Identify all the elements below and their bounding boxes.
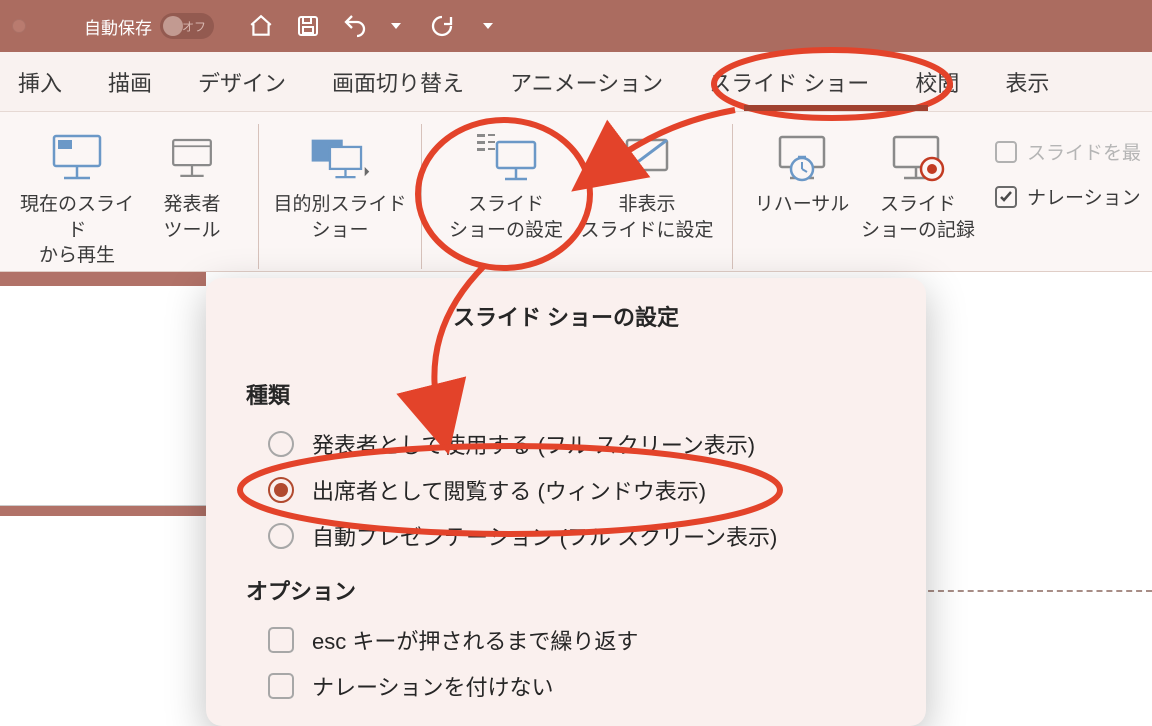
custom-slideshow-button[interactable]: 目的別スライドショー <box>273 124 407 243</box>
rehearse-button[interactable]: リハーサル <box>747 124 857 218</box>
autosave-state: オフ <box>182 18 206 35</box>
tab-design[interactable]: デザイン <box>198 66 286 98</box>
no-narration-checkbox[interactable]: ナレーションを付けない <box>268 670 926 702</box>
checkbox-label: ナレーション <box>1027 183 1141 210</box>
toggle-knob <box>163 16 183 36</box>
save-icon[interactable] <box>296 14 320 38</box>
slide-thumbnail-pane <box>0 272 206 516</box>
dialog-section-options-heading: オプション <box>246 574 926 606</box>
tab-slideshow[interactable]: スライド ショー <box>709 66 869 98</box>
keep-slides-updated-checkbox[interactable]: スライドを最 <box>995 138 1141 165</box>
autosave-toggle-wrap: 自動保存 オフ <box>84 13 214 39</box>
ribbon-label: 発表者ツール <box>163 192 220 243</box>
checkbox-icon <box>995 141 1017 163</box>
redo-icon[interactable] <box>430 14 454 38</box>
loop-until-esc-checkbox[interactable]: esc キーが押されるまで繰り返す <box>268 624 926 656</box>
more-dropdown-icon[interactable] <box>482 20 494 32</box>
tab-transition[interactable]: 画面切り替え <box>332 66 464 98</box>
presenter-tools-icon <box>166 128 218 186</box>
ribbon-label: 目的別スライドショー <box>273 192 406 243</box>
setup-slideshow-button[interactable]: スライドショーの設定 <box>436 124 576 243</box>
undo-icon[interactable] <box>342 14 368 38</box>
rehearse-icon <box>774 128 830 186</box>
hide-slide-button[interactable]: 非表示スライドに設定 <box>576 124 718 243</box>
radio-icon <box>268 477 294 503</box>
tab-animation[interactable]: アニメーション <box>510 66 663 98</box>
checkbox-label: スライドを最 <box>1027 138 1141 165</box>
ribbon-group-rehearse: リハーサル スライドショーの記録 スライドを最 <box>733 124 1152 269</box>
tab-view[interactable]: 表示 <box>1005 66 1049 98</box>
ribbon-label: 非表示スライドに設定 <box>580 192 713 243</box>
hide-slide-icon <box>619 128 675 186</box>
from-current-slide-button[interactable]: 現在のスライドから再生 <box>14 124 140 269</box>
checkbox-icon <box>268 673 294 699</box>
slide-thumbnail[interactable] <box>0 286 206 506</box>
checkbox-label: esc キーが押されるまで繰り返す <box>312 624 638 656</box>
autosave-toggle[interactable]: オフ <box>160 13 214 39</box>
ribbon: 現在のスライドから再生 発表者ツール <box>0 112 1152 272</box>
custom-slideshow-icon <box>308 128 372 186</box>
radio-label: 出席者として閲覧する (ウィンドウ表示) <box>312 474 706 506</box>
ribbon-checkbox-column: スライドを最 ナレーション <box>995 124 1141 210</box>
tab-slideshow-wrap: スライド ショー <box>709 66 869 98</box>
presenter-tools-button[interactable]: 発表者ツール <box>140 124 244 243</box>
tab-insert[interactable]: 挿入 <box>18 66 62 98</box>
tab-review[interactable]: 校閲 <box>915 66 959 98</box>
show-type-presenter-radio[interactable]: 発表者として使用する (フル スクリーン表示) <box>268 428 926 460</box>
radio-label: 自動プレゼンテーション (フル スクリーン表示) <box>312 520 777 552</box>
radio-icon <box>268 523 294 549</box>
radio-icon <box>268 431 294 457</box>
ribbon-label: スライドショーの記録 <box>861 192 975 243</box>
traffic-light-dot[interactable] <box>12 19 26 33</box>
home-icon[interactable] <box>248 13 274 39</box>
ribbon-label: スライドショーの設定 <box>449 192 563 243</box>
checkbox-icon <box>995 186 1017 208</box>
ribbon-group-setup: スライドショーの設定 非表示スライドに設定 <box>422 124 733 269</box>
ribbon-group-custom: 目的別スライドショー <box>259 124 422 269</box>
titlebar-quick-access <box>248 13 494 39</box>
undo-dropdown-icon[interactable] <box>390 20 402 32</box>
ribbon-label: 現在のスライドから再生 <box>14 192 140 269</box>
radio-label: 発表者として使用する (フル スクリーン表示) <box>312 428 755 460</box>
tab-draw[interactable]: 描画 <box>108 66 152 98</box>
from-current-slide-icon <box>48 128 106 186</box>
autosave-label: 自動保存 <box>84 14 152 39</box>
thumbnail-divider <box>0 272 206 286</box>
checkbox-label: ナレーションを付けない <box>312 670 554 702</box>
play-narration-checkbox[interactable]: ナレーション <box>995 183 1141 210</box>
ribbon-group-play: 現在のスライドから再生 発表者ツール <box>0 124 259 269</box>
show-type-attendee-radio[interactable]: 出席者として閲覧する (ウィンドウ表示) <box>268 474 926 506</box>
ribbon-label: リハーサル <box>755 192 850 218</box>
dialog-title: スライド ショーの設定 <box>206 278 926 378</box>
thumbnail-divider <box>0 506 206 516</box>
record-slideshow-icon <box>888 128 948 186</box>
ribbon-tab-bar: 挿入 描画 デザイン 画面切り替え アニメーション スライド ショー 校閲 表示 <box>0 52 1152 112</box>
record-slideshow-button[interactable]: スライドショーの記録 <box>857 124 979 243</box>
setup-slideshow-dialog: スライド ショーの設定 種類 発表者として使用する (フル スクリーン表示) 出… <box>206 278 926 726</box>
checkbox-icon <box>268 627 294 653</box>
show-type-auto-radio[interactable]: 自動プレゼンテーション (フル スクリーン表示) <box>268 520 926 552</box>
title-bar: 自動保存 オフ <box>0 0 1152 52</box>
dialog-section-type-heading: 種類 <box>246 378 926 410</box>
setup-slideshow-icon <box>471 128 541 186</box>
